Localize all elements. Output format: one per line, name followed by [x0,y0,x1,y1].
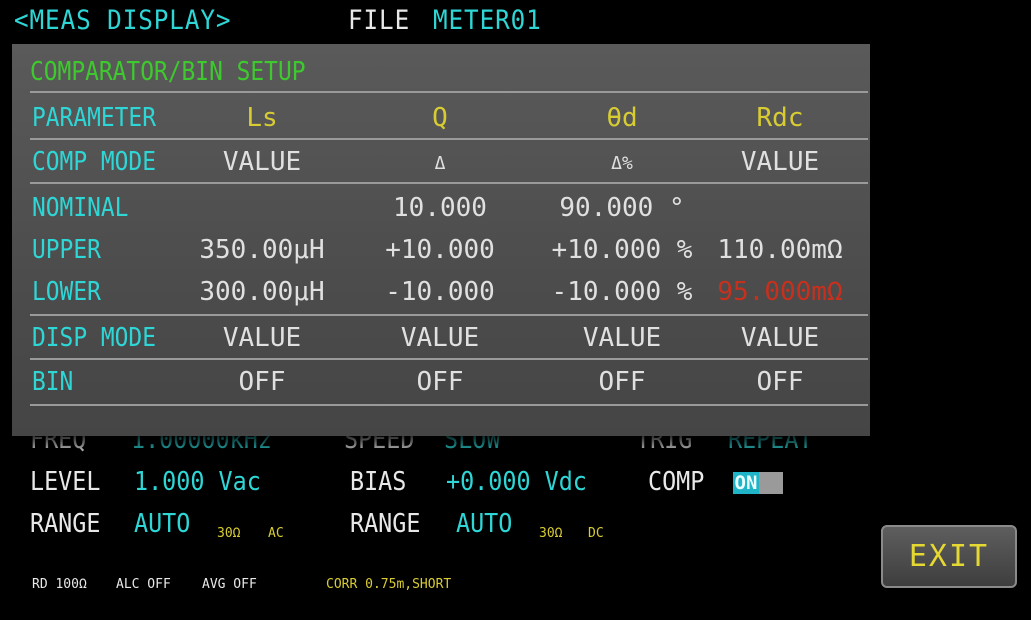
range-ac-value[interactable]: AUTO [134,508,190,540]
nominal-q[interactable]: 10.000 [360,192,520,224]
range-dc-label: RANGE [350,509,421,539]
exit-button[interactable]: EXIT [881,525,1017,588]
lower-theta-d[interactable]: -10.000 % [542,276,702,308]
title-bar: <MEAS DISPLAY> FILE METER01 [8,0,1028,44]
comp-mode-q[interactable]: Δ [360,148,520,180]
comp-label: COMP [648,467,705,497]
bin-q[interactable]: OFF [360,366,520,398]
screen-title[interactable]: <MEAS DISPLAY> [14,4,231,38]
range-dc-ohm: 30Ω [539,526,563,541]
panel-title: COMPARATOR/BIN SETUP [30,57,306,87]
level-label: LEVEL [30,467,101,497]
disp-mode-rdc[interactable]: VALUE [700,322,860,354]
comp-mode-ls[interactable]: VALUE [182,146,342,178]
row-label-upper: UPPER [32,235,101,265]
status-rd: RD 100Ω [32,577,87,592]
range-dc-value[interactable]: AUTO [456,508,512,540]
upper-ls[interactable]: 350.00μH [182,234,342,266]
row-label-parameter: PARAMETER [32,103,156,133]
bin-ls[interactable]: OFF [182,366,342,398]
lower-q[interactable]: -10.000 [360,276,520,308]
file-name[interactable]: METER01 [433,4,542,38]
comparator-bin-setup-panel: COMPARATOR/BIN SETUP PARAMETER Ls Q θd R… [12,44,870,436]
comp-toggle[interactable]: ON [733,472,783,494]
separator [30,138,868,140]
instrument-screen: <MEAS DISPLAY> FILE METER01 FREQ 1.00000… [4,0,1024,611]
range-dc-mode: DC [588,526,604,541]
row-label-nominal: NOMINAL [32,193,129,223]
upper-rdc[interactable]: 110.00mΩ [700,234,860,266]
bias-value[interactable]: +0.000 Vdc [446,466,587,498]
row-label-bin: BIN [32,367,74,397]
range-ac-mode: AC [268,526,284,541]
bin-theta-d[interactable]: OFF [542,366,702,398]
row-label-comp-mode: COMP MODE [32,147,156,177]
status-corr: CORR 0.75m,SHORT [326,577,452,592]
level-value[interactable]: 1.000 Vac [134,466,261,498]
comp-on-indicator: ON [733,472,759,494]
bin-rdc[interactable]: OFF [700,366,860,398]
row-label-lower: LOWER [32,277,101,307]
separator [30,182,868,184]
status-avg: AVG OFF [202,577,257,592]
status-alc: ALC OFF [116,577,171,592]
bias-label: BIAS [350,467,407,497]
range-ac-ohm: 30Ω [217,526,241,541]
param-theta-d[interactable]: θd [542,102,702,134]
nominal-theta-d[interactable]: 90.000 ° [542,192,702,224]
separator [30,404,868,406]
comp-mode-theta-d[interactable]: Δ% [542,148,702,180]
separator [30,91,868,93]
upper-q[interactable]: +10.000 [360,234,520,266]
disp-mode-q[interactable]: VALUE [360,322,520,354]
upper-theta-d[interactable]: +10.000 % [542,234,702,266]
range-ac-label: RANGE [30,509,101,539]
row-label-disp-mode: DISP MODE [32,323,156,353]
param-ls[interactable]: Ls [182,102,342,134]
separator [30,358,868,360]
lower-ls[interactable]: 300.00μH [182,276,342,308]
lower-rdc[interactable]: 95.000mΩ [700,276,860,308]
param-q[interactable]: Q [360,102,520,134]
separator [30,314,868,316]
disp-mode-ls[interactable]: VALUE [182,322,342,354]
disp-mode-theta-d[interactable]: VALUE [542,322,702,354]
comp-mode-rdc[interactable]: VALUE [700,146,860,178]
file-label: FILE [348,5,411,36]
param-rdc[interactable]: Rdc [700,102,860,134]
